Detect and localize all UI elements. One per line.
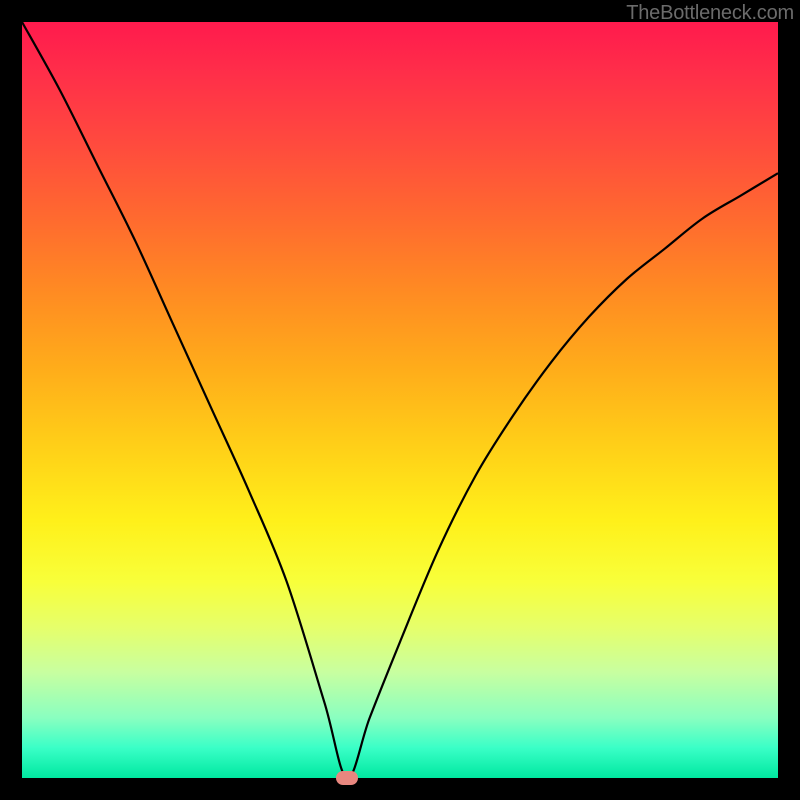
curve-path (22, 22, 778, 778)
watermark-text: TheBottleneck.com (626, 2, 794, 25)
chart-frame: TheBottleneck.com (0, 0, 800, 800)
bottleneck-curve (22, 22, 778, 778)
plot-area (22, 22, 778, 778)
optimum-point-marker (336, 771, 358, 785)
